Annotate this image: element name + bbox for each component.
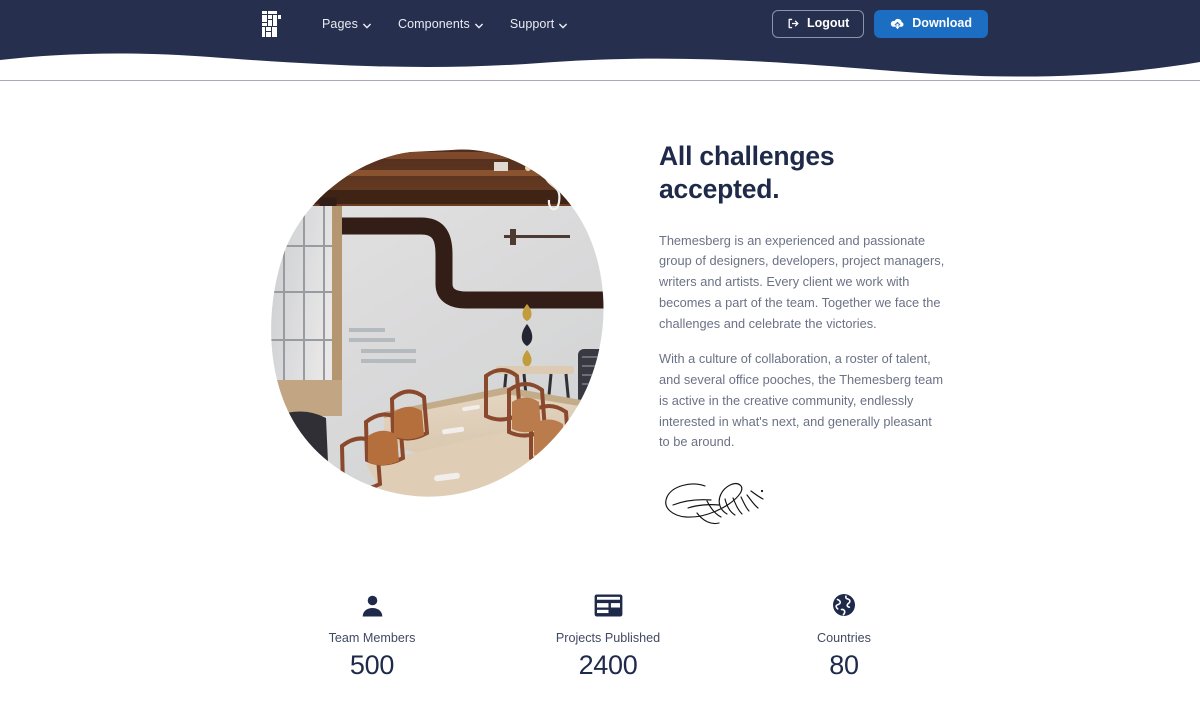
- stat-label: Team Members: [328, 631, 416, 645]
- chevron-down-icon: [363, 19, 371, 28]
- chevron-down-icon: [474, 19, 483, 28]
- about-paragraph-1: Themesberg is an experienced and passion…: [659, 232, 945, 331]
- brand-logo-link[interactable]: [262, 10, 322, 37]
- nav-item-support[interactable]: Support: [509, 16, 568, 31]
- stat-team-members: Team Members 500: [254, 588, 490, 681]
- logout-button[interactable]: Logout: [771, 9, 865, 38]
- stat-countries: Countries 80: [726, 588, 962, 681]
- themesberg-pixel-logo-icon: [262, 10, 281, 37]
- main-content: All challenges accepted. Themesberg is a…: [0, 80, 1200, 725]
- nav-item-components[interactable]: Components: [398, 17, 483, 31]
- stat-projects-published: Projects Published 2400: [490, 588, 726, 681]
- user-icon: [254, 588, 490, 622]
- nav-item-label: Pages: [322, 16, 358, 31]
- stat-value: 80: [829, 650, 859, 680]
- stat-label: Projects Published: [555, 631, 661, 645]
- navbar-actions: Logout Download: [771, 0, 988, 47]
- stat-label: Countries: [817, 631, 871, 645]
- navbar-left-group: Pages Components Support: [262, 0, 594, 47]
- about-paragraph-2: With a culture of collaboration, a roste…: [659, 351, 944, 450]
- stat-value: 500: [349, 650, 395, 680]
- stat-value: 2400: [578, 650, 638, 680]
- about-text-column: All challenges accepted. Themesberg is a…: [659, 140, 945, 529]
- download-button[interactable]: Download: [874, 9, 988, 38]
- sign-out-icon: [787, 17, 800, 30]
- chevron-down-icon: [559, 19, 568, 28]
- about-image-container: [266, 144, 616, 499]
- handwritten-signature: [665, 482, 764, 524]
- stats-section: Team Members 500 Projects Published 2400: [0, 588, 1200, 681]
- id-card-icon: [490, 588, 726, 622]
- nav-item-pages[interactable]: Pages: [322, 17, 371, 31]
- navbar-bottom-divider: [0, 80, 1200, 81]
- nav-item-label: Components: [397, 16, 470, 31]
- nav-item-label: Support: [509, 16, 555, 31]
- cloud-download-icon: [890, 17, 905, 30]
- download-button-label: Download: [912, 16, 972, 31]
- page-title: All challenges accepted.: [659, 141, 835, 205]
- globe-icon: [726, 588, 962, 622]
- navbar: Pages Components Support Logout Download: [0, 0, 1200, 80]
- office-meeting-room-photo: [271, 149, 604, 497]
- logout-button-label: Logout: [806, 16, 850, 31]
- about-section: All challenges accepted. Themesberg is a…: [0, 80, 1200, 570]
